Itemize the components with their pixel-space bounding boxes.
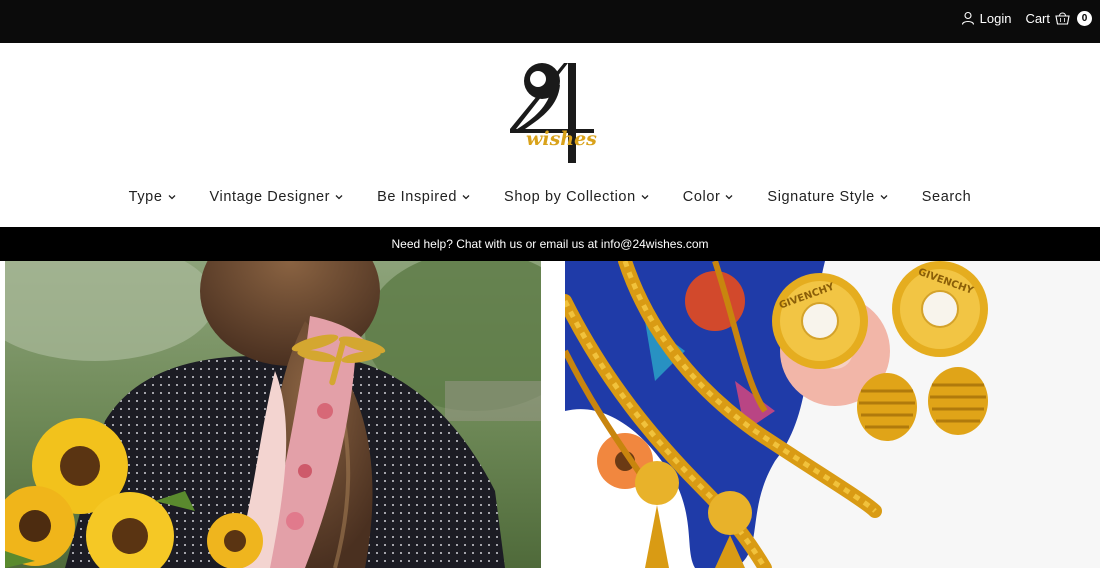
help-text[interactable]: Need help? Chat with us or email us at i… <box>391 237 708 251</box>
nav-item-shop-by-collection[interactable]: Shop by Collection <box>487 189 666 205</box>
nav-item-label: Shop by Collection <box>504 189 636 205</box>
hero-image-right[interactable]: GIVENCHY GIVENCHY <box>565 261 1100 568</box>
cart-icon <box>1055 12 1070 25</box>
nav-item-color[interactable]: Color <box>666 189 751 205</box>
hero-image-left[interactable] <box>5 261 541 568</box>
account-links: Login Cart 0 <box>961 0 1092 36</box>
login-label: Login <box>979 10 1012 26</box>
logo-script: wishes <box>526 128 597 150</box>
cart-label: Cart <box>1025 10 1050 26</box>
chevron-down-icon <box>168 195 175 200</box>
cart-link[interactable]: Cart 0 <box>1025 10 1092 26</box>
nav-item-label: Color <box>682 189 721 205</box>
chevron-down-icon <box>880 195 888 200</box>
user-icon <box>961 11 974 25</box>
nav-item-label: Vintage Designer <box>209 189 331 205</box>
chevron-down-icon <box>641 195 649 200</box>
login-link[interactable]: Login <box>961 10 1012 26</box>
nav-item-search[interactable]: Search <box>905 189 989 205</box>
site-header: wishes Type Vintage Designer Be Inspired… <box>0 43 1100 227</box>
nav-item-signature-style[interactable]: Signature Style <box>750 189 904 205</box>
cart-count-badge: 0 <box>1077 10 1092 26</box>
nav-item-label: Search <box>921 189 972 205</box>
nav-item-label: Signature Style <box>767 189 875 205</box>
hero-photo-scarf <box>5 261 541 568</box>
help-bar: Need help? Chat with us or email us at i… <box>0 227 1100 261</box>
logo-mark: wishes <box>510 63 597 163</box>
nav-item-be-inspired[interactable]: Be Inspired <box>360 189 487 205</box>
top-bar: Login Cart 0 <box>0 0 1100 43</box>
chevron-down-icon <box>335 195 343 200</box>
nav-item-type[interactable]: Type <box>112 189 193 205</box>
nav-item-label: Be Inspired <box>377 189 458 205</box>
chevron-down-icon <box>462 195 470 200</box>
nav-item-vintage-designer[interactable]: Vintage Designer <box>193 189 361 205</box>
site-logo[interactable]: wishes <box>508 57 600 169</box>
main-nav: Type Vintage Designer Be Inspired Shop b… <box>0 189 1100 205</box>
nav-item-label: Type <box>128 189 163 205</box>
chevron-down-icon <box>725 195 733 200</box>
hero-photo-jewelry: GIVENCHY GIVENCHY <box>565 261 1100 568</box>
